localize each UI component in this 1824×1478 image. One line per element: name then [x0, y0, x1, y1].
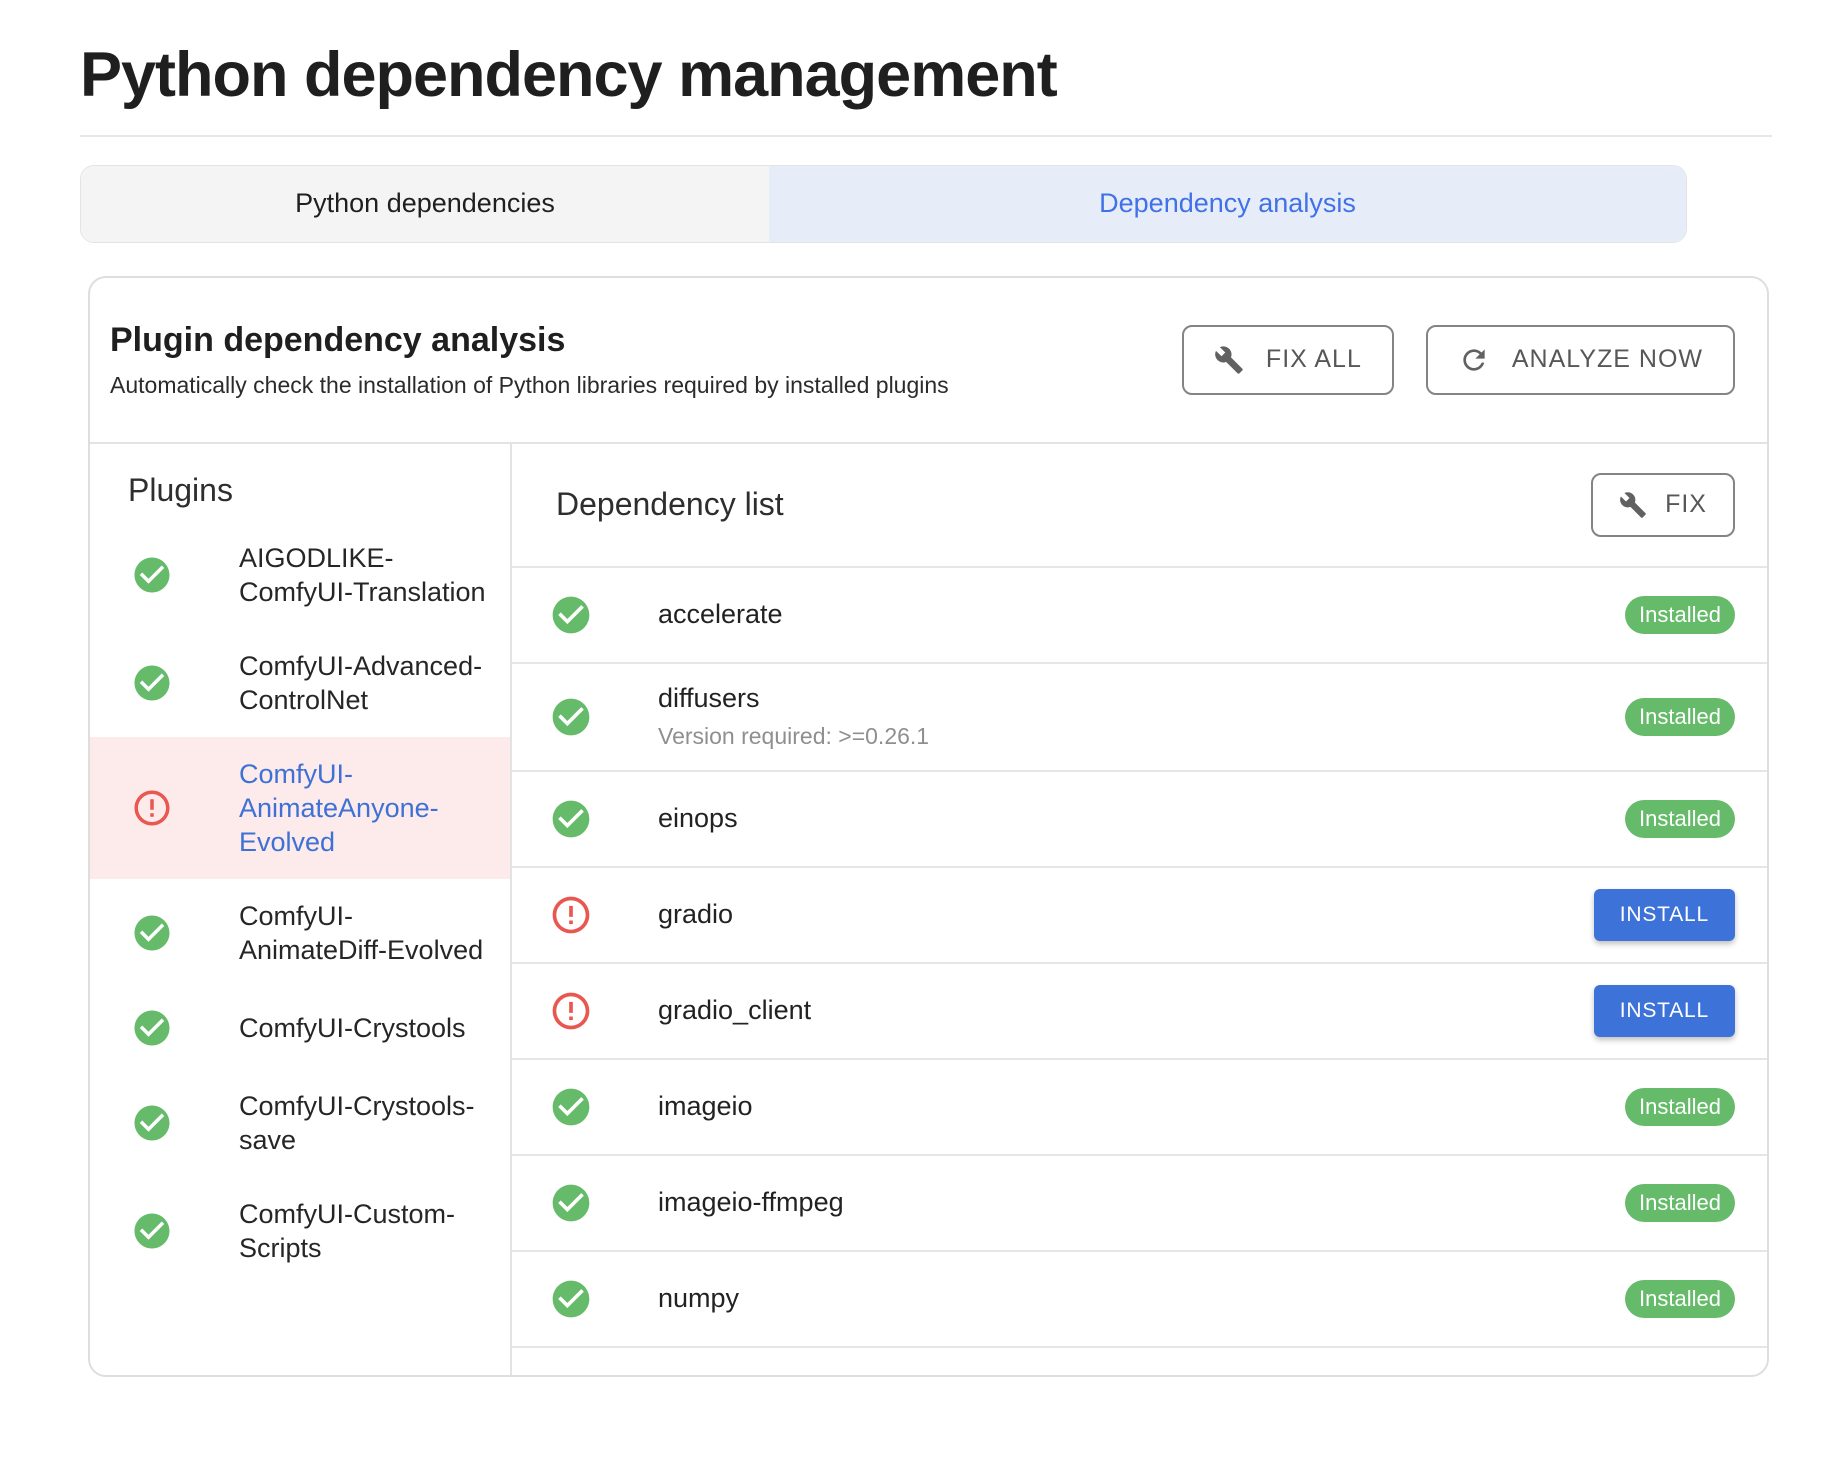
error-icon	[549, 893, 593, 937]
plugin-item[interactable]: AIGODLIKE-ComfyUI-Translation	[90, 521, 510, 629]
card-subtitle: Automatically check the installation of …	[110, 372, 949, 399]
dependency-name: gradio_client	[658, 995, 811, 1026]
dependency-row: numpy Installed	[512, 1252, 1767, 1348]
check-circle-icon	[549, 1277, 593, 1321]
plugins-heading: Plugins	[128, 472, 510, 509]
plugin-name: AIGODLIKE-ComfyUI-Translation	[239, 541, 493, 609]
wrench-icon	[1619, 491, 1647, 519]
dependency-row: imageio-ffmpeg Installed	[512, 1156, 1767, 1252]
tab-dependency-analysis[interactable]: Dependency analysis	[769, 166, 1686, 242]
install-button[interactable]: INSTALL	[1594, 985, 1735, 1037]
plugin-item[interactable]: ComfyUI-Custom-Scripts	[90, 1177, 510, 1285]
plugin-item[interactable]: ComfyUI-Crystools-save	[90, 1069, 510, 1177]
installed-badge: Installed	[1625, 1280, 1735, 1318]
plugin-item[interactable]: ComfyUI-AnimateDiff-Evolved	[90, 879, 510, 987]
installed-badge: Installed	[1625, 1088, 1735, 1126]
installed-badge: Installed	[1625, 596, 1735, 634]
dependency-name: imageio-ffmpeg	[658, 1187, 844, 1218]
card-title: Plugin dependency analysis	[110, 321, 949, 360]
installed-badge: Installed	[1625, 800, 1735, 838]
plugin-name: ComfyUI-Crystools	[239, 1011, 493, 1045]
check-circle-icon	[131, 1007, 173, 1049]
wrench-icon	[1214, 345, 1244, 375]
check-circle-icon	[131, 1102, 173, 1144]
error-icon	[549, 989, 593, 1033]
check-circle-icon	[549, 695, 593, 739]
check-circle-icon	[131, 662, 173, 704]
check-circle-icon	[549, 593, 593, 637]
plugin-item[interactable]: ComfyUI-Advanced-ControlNet	[90, 629, 510, 737]
check-circle-icon	[131, 554, 173, 596]
plugins-panel: Plugins AIGODLIKE-ComfyUI-Translation Co…	[90, 444, 512, 1377]
fix-all-label: FIX ALL	[1266, 345, 1362, 374]
dependency-version-note: Version required: >=0.26.1	[658, 723, 929, 750]
analyze-now-label: ANALYZE NOW	[1512, 345, 1703, 374]
check-circle-icon	[131, 912, 173, 954]
fix-all-button[interactable]: FIX ALL	[1182, 325, 1394, 395]
fix-button[interactable]: FIX	[1591, 473, 1735, 537]
plugin-list: AIGODLIKE-ComfyUI-Translation ComfyUI-Ad…	[90, 521, 510, 1285]
check-circle-icon	[131, 1210, 173, 1252]
tab-bar: Python dependencies Dependency analysis	[80, 165, 1687, 243]
installed-badge: Installed	[1625, 698, 1735, 736]
title-divider	[80, 135, 1772, 137]
plugin-name: ComfyUI-Crystools-save	[239, 1089, 493, 1157]
installed-badge: Installed	[1625, 1184, 1735, 1222]
dependency-name: accelerate	[658, 599, 783, 630]
check-circle-icon	[549, 1085, 593, 1129]
dependency-row: imageio Installed	[512, 1060, 1767, 1156]
card-header: Plugin dependency analysis Automatically…	[90, 278, 1767, 444]
dependency-list-heading: Dependency list	[556, 486, 784, 523]
plugin-item[interactable]: ComfyUI-Crystools	[90, 987, 510, 1069]
dependency-name: diffusers	[658, 683, 929, 714]
refresh-icon	[1458, 344, 1490, 376]
check-circle-icon	[549, 1181, 593, 1225]
dependency-row: diffusers Version required: >=0.26.1 Ins…	[512, 664, 1767, 772]
plugin-name: ComfyUI-Custom-Scripts	[239, 1197, 493, 1265]
dependency-list: accelerate Installed diffusers Version r…	[512, 566, 1767, 1348]
check-circle-icon	[549, 797, 593, 841]
install-button[interactable]: INSTALL	[1594, 889, 1735, 941]
dependency-row: gradio INSTALL	[512, 868, 1767, 964]
page-title: Python dependency management	[80, 40, 1824, 111]
tab-python-dependencies[interactable]: Python dependencies	[81, 166, 769, 242]
dependency-row: einops Installed	[512, 772, 1767, 868]
dependency-name: gradio	[658, 899, 733, 930]
plugin-name: ComfyUI-Advanced-ControlNet	[239, 649, 493, 717]
dependency-name: numpy	[658, 1283, 739, 1314]
dependency-row: accelerate Installed	[512, 568, 1767, 664]
dependency-panel: Dependency list FIX accelerate Installed…	[512, 444, 1767, 1377]
plugin-name: ComfyUI-AnimateDiff-Evolved	[239, 899, 493, 967]
dependency-name: imageio	[658, 1091, 753, 1122]
dependency-name: einops	[658, 803, 738, 834]
dependency-row: gradio_client INSTALL	[512, 964, 1767, 1060]
dependency-analysis-card: Plugin dependency analysis Automatically…	[88, 276, 1769, 1377]
analyze-now-button[interactable]: ANALYZE NOW	[1426, 325, 1735, 395]
plugin-name: ComfyUI-AnimateAnyone-Evolved	[239, 757, 493, 859]
fix-label: FIX	[1665, 490, 1707, 519]
error-icon	[131, 787, 173, 829]
plugin-item-selected[interactable]: ComfyUI-AnimateAnyone-Evolved	[90, 737, 510, 879]
